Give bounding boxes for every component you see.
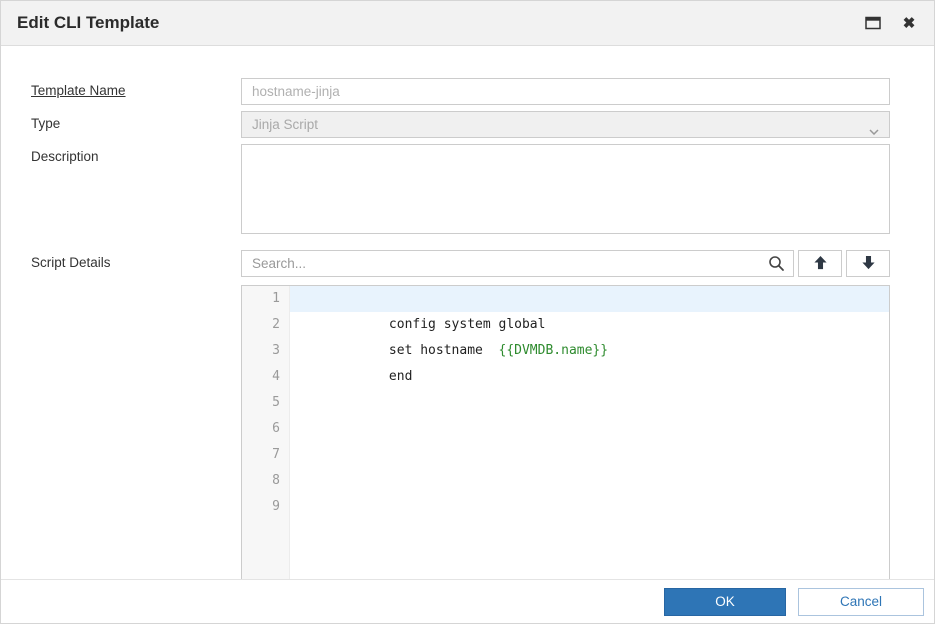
line-number: 3 xyxy=(242,338,289,364)
maximize-icon[interactable] xyxy=(864,14,882,32)
dialog-footer: OK Cancel xyxy=(1,579,934,623)
line-number: 2 xyxy=(242,312,289,338)
search-prev-button[interactable] xyxy=(798,250,842,277)
dialog-body: Template Name Type Jinja Script xyxy=(1,46,934,584)
cancel-button[interactable]: Cancel xyxy=(798,588,924,616)
type-select-value: Jinja Script xyxy=(252,117,318,132)
template-name-input[interactable] xyxy=(241,78,890,105)
script-details-label: Script Details xyxy=(31,250,241,270)
script-editor-row: 1 2 3 4 5 6 7 8 9 config system global s… xyxy=(241,285,890,584)
template-name-label: Template Name xyxy=(31,78,241,98)
line-number: 7 xyxy=(242,442,289,468)
template-name-row: Template Name xyxy=(1,78,934,105)
code-area[interactable]: config system global set hostname {{DVMD… xyxy=(290,286,889,583)
type-select[interactable]: Jinja Script xyxy=(241,111,890,138)
line-number: 6 xyxy=(242,416,289,442)
description-row: Description xyxy=(1,144,934,237)
script-details-row: Script Details xyxy=(1,250,934,277)
code-segment: config system global xyxy=(389,317,546,332)
code-segment-jinja: {{DVMDB.name}} xyxy=(499,343,609,358)
editor-gutter: 1 2 3 4 5 6 7 8 9 xyxy=(242,286,290,583)
close-icon[interactable]: ✖ xyxy=(900,14,918,32)
edit-cli-template-dialog: Edit CLI Template ✖ Template Name Ty xyxy=(0,0,935,624)
code-line[interactable]: config system global xyxy=(290,286,889,312)
line-number: 8 xyxy=(242,468,289,494)
dialog-title: Edit CLI Template xyxy=(17,13,159,33)
dialog-header: Edit CLI Template ✖ xyxy=(1,1,934,46)
search-input[interactable] xyxy=(241,250,794,277)
chevron-down-icon xyxy=(869,123,879,138)
description-textarea[interactable] xyxy=(241,144,890,234)
type-label: Type xyxy=(31,111,241,131)
ok-button[interactable]: OK xyxy=(664,588,786,616)
line-number: 4 xyxy=(242,364,289,390)
line-number: 9 xyxy=(242,494,289,520)
arrow-up-icon xyxy=(813,255,828,273)
type-row: Type Jinja Script xyxy=(1,111,934,138)
code-editor[interactable]: 1 2 3 4 5 6 7 8 9 config system global s… xyxy=(241,285,890,584)
code-segment: end xyxy=(389,369,412,384)
description-label: Description xyxy=(31,144,241,164)
code-segment: set hostname xyxy=(389,343,499,358)
script-search-box xyxy=(241,250,794,277)
line-number: 5 xyxy=(242,390,289,416)
search-icon[interactable] xyxy=(768,255,785,275)
header-icons: ✖ xyxy=(864,14,918,32)
search-next-button[interactable] xyxy=(846,250,890,277)
line-number: 1 xyxy=(242,286,289,312)
arrow-down-icon xyxy=(861,255,876,273)
